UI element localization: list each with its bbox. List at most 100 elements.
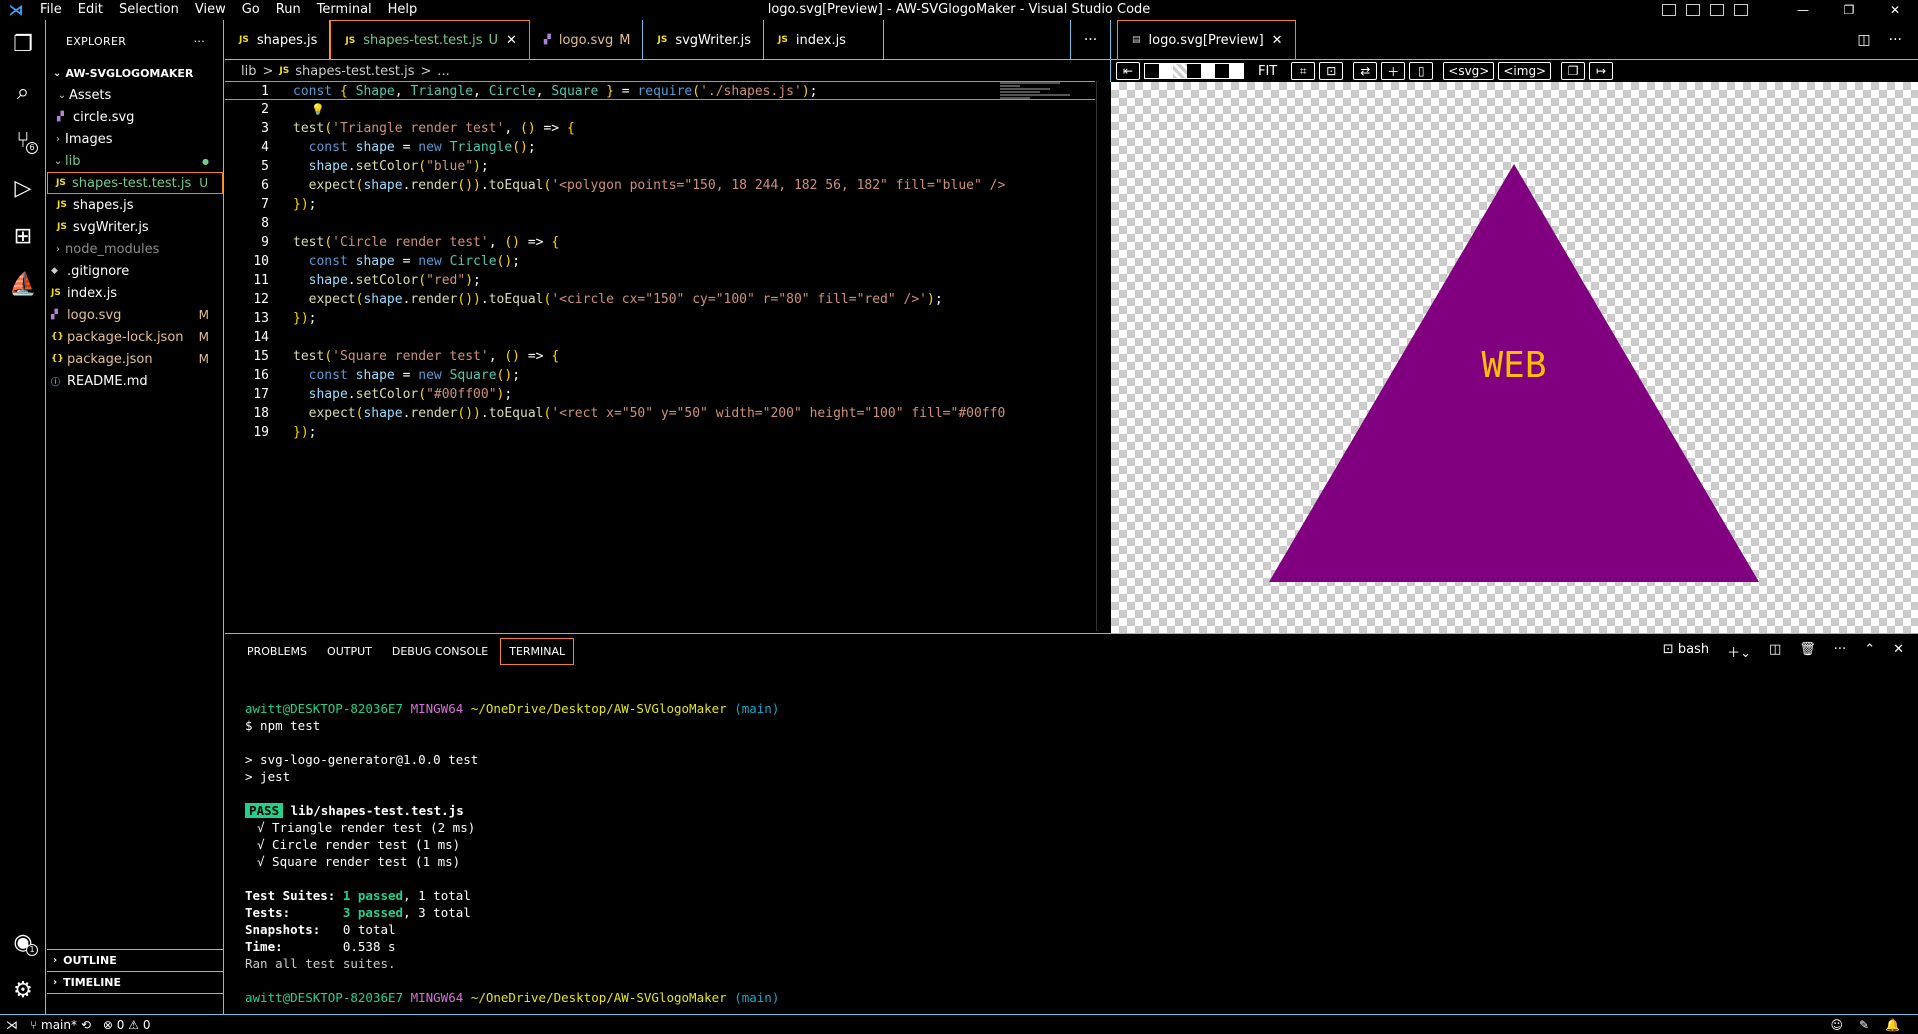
lightbulb-icon[interactable]: 💡	[311, 100, 325, 119]
tree-folder-lib[interactable]: ⌄ lib ●	[47, 150, 223, 172]
code-line[interactable]: 3 test('Triangle render test', () => {	[225, 119, 1095, 138]
zoom-actual-icon[interactable]: ⊡	[1319, 62, 1344, 80]
breadcrumb-symbol[interactable]: ...	[437, 64, 449, 79]
close-window-icon[interactable]: ✕	[1872, 0, 1918, 20]
code-line[interactable]: 14	[225, 328, 1095, 347]
source-control-icon[interactable]: ⑂ 6	[0, 116, 46, 164]
maximize-panel-icon[interactable]: ⌃	[1864, 642, 1875, 661]
breadcrumb-file[interactable]: shapes-test.test.js	[295, 64, 414, 79]
code-line[interactable]: 10 const shape = new Circle();	[225, 252, 1095, 271]
code-line[interactable]: 19});	[225, 423, 1095, 442]
tree-file-package-lock[interactable]: {} package-lock.json M	[47, 326, 223, 348]
document-icon[interactable]: ▯	[1409, 62, 1434, 80]
toggle-secondary-sidebar-icon[interactable]	[1710, 4, 1724, 16]
tree-file-gitignore[interactable]: ◆ .gitignore	[47, 260, 223, 282]
img-mode-button[interactable]: <img>	[1498, 62, 1552, 80]
svg-mode-button[interactable]: <svg>	[1443, 62, 1495, 80]
extensions-icon[interactable]: ⊞	[0, 212, 46, 260]
menu-file[interactable]: File	[32, 0, 70, 20]
code-line[interactable]: 1 const { Shape, Triangle, Circle, Square…	[225, 81, 1095, 100]
minimize-icon[interactable]: —	[1780, 0, 1826, 20]
split-editor-icon[interactable]: ◫	[1857, 32, 1870, 48]
tree-folder-assets[interactable]: ⌄ Assets	[47, 84, 223, 106]
tab-output[interactable]: OUTPUT	[319, 639, 380, 664]
explorer-more-icon[interactable]: ···	[194, 35, 205, 48]
menu-run[interactable]: Run	[268, 0, 309, 20]
tab-debug-console[interactable]: DEBUG CONSOLE	[384, 639, 496, 664]
tab-shapes-js[interactable]: JS shapes.js	[225, 20, 331, 60]
tree-file-package-json[interactable]: {} package.json M	[47, 348, 223, 370]
remote-icon[interactable]: ⋊	[0, 1018, 24, 1032]
tabs-more-icon[interactable]: ···	[1070, 20, 1110, 59]
minimap[interactable]	[1000, 81, 1095, 121]
terminal-shell-selector[interactable]: ⊡ bash	[1663, 642, 1709, 661]
tree-file-shapes-test[interactable]: JS shapes-test.test.js U	[47, 172, 223, 194]
zoom-fit-icon[interactable]: ⌗	[1291, 62, 1316, 80]
more-actions-icon[interactable]: ···	[1834, 642, 1846, 661]
split-terminal-icon[interactable]: ◫	[1769, 642, 1781, 661]
search-icon[interactable]: ⌕	[0, 68, 46, 116]
more-actions-icon[interactable]: ···	[1889, 32, 1902, 48]
menu-view[interactable]: View	[187, 0, 234, 20]
code-line[interactable]: 15 test('Square render test', () => {	[225, 347, 1095, 366]
swap-icon[interactable]: ⇄	[1353, 62, 1378, 80]
code-line[interactable]: 16 const shape = new Square();	[225, 366, 1095, 385]
toggle-panel-icon[interactable]	[1686, 4, 1700, 16]
settings-gear-icon[interactable]: ⚙	[0, 966, 46, 1014]
toggle-panel-button[interactable]: ⇤	[1116, 62, 1140, 80]
tree-file-logo-svg[interactable]: ▞ logo.svg M	[47, 304, 223, 326]
terminal-output[interactable]: awitt@DESKTOP-82036E7 MINGW64 ~/OneDrive…	[245, 700, 779, 1006]
code-line[interactable]: 18 expect(shape.render()).toEqual('<rect…	[225, 404, 1095, 423]
copy-icon[interactable]: ❐	[1561, 62, 1586, 80]
add-icon[interactable]: ＋	[1381, 62, 1406, 80]
menu-edit[interactable]: Edit	[70, 0, 111, 20]
feedback-icon[interactable]: ✎	[1859, 1018, 1869, 1032]
tree-file-circle-svg[interactable]: ▞ circle.svg	[47, 106, 223, 128]
restore-icon[interactable]: ❐	[1826, 0, 1872, 20]
customize-layout-icon[interactable]	[1734, 4, 1748, 16]
tab-terminal[interactable]: TERMINAL	[500, 637, 575, 665]
menu-help[interactable]: Help	[380, 0, 426, 20]
explorer-icon[interactable]: ❐	[0, 20, 46, 68]
code-line[interactable]: 7});	[225, 195, 1095, 214]
code-line[interactable]: 11 shape.setColor("red");	[225, 271, 1095, 290]
menu-selection[interactable]: Selection	[111, 0, 187, 20]
code-editor[interactable]: 1 const { Shape, Triangle, Circle, Square…	[225, 81, 1095, 631]
project-root[interactable]: ⌄ AW-SVGLOGOMAKER	[47, 62, 223, 84]
menu-go[interactable]: Go	[234, 0, 268, 20]
tree-file-index-js[interactable]: JS index.js	[47, 282, 223, 304]
notifications-icon[interactable]: 🔔	[1885, 1018, 1900, 1032]
tree-file-svgwriter-js[interactable]: JS svgWriter.js	[47, 216, 223, 238]
close-icon[interactable]: ✕	[1272, 33, 1283, 48]
tab-logo-preview[interactable]: ▤ logo.svg[Preview] ✕	[1117, 19, 1296, 60]
tree-folder-node-modules[interactable]: › node_modules	[47, 238, 223, 260]
code-line[interactable]: 13});	[225, 309, 1095, 328]
trash-icon[interactable]: 🗑	[1799, 642, 1816, 661]
toggle-sidebar-icon[interactable]	[1662, 4, 1676, 16]
close-icon[interactable]: ✕	[506, 33, 517, 48]
code-line[interactable]: 17 shape.setColor("#00ff00");	[225, 385, 1095, 404]
tree-folder-images[interactable]: › Images	[47, 128, 223, 150]
run-debug-icon[interactable]: ▷	[0, 164, 46, 212]
code-line[interactable]: 4 const shape = new Triangle();	[225, 138, 1095, 157]
new-terminal-icon[interactable]: ＋⌄	[1727, 642, 1751, 661]
menu-terminal[interactable]: Terminal	[309, 0, 380, 20]
fit-label[interactable]: FIT	[1248, 64, 1287, 79]
remote-explorer-icon[interactable]: ⛵	[0, 260, 46, 308]
tab-svgwriter-js[interactable]: JS svgWriter.js	[643, 20, 765, 60]
code-line[interactable]: 6 expect(shape.render()).toEqual('<polyg…	[225, 176, 1095, 195]
timeline-section[interactable]: › TIMELINE	[47, 972, 223, 994]
code-line[interactable]: 9 test('Circle render test', () => {	[225, 233, 1095, 252]
outline-section[interactable]: › OUTLINE	[47, 950, 223, 972]
accounts-icon[interactable]: ◉ 1	[0, 918, 46, 966]
code-line[interactable]: 8	[225, 214, 1095, 233]
breadcrumb-folder[interactable]: lib	[241, 64, 256, 79]
tab-index-js[interactable]: JS index.js	[764, 20, 885, 60]
code-line[interactable]: 2 💡	[225, 100, 1095, 119]
export-icon[interactable]: ↦	[1589, 62, 1614, 80]
code-line[interactable]: 12 expect(shape.render()).toEqual('<circ…	[225, 290, 1095, 309]
branch-indicator[interactable]: ⑂ main* ⟲	[24, 1018, 97, 1032]
tree-file-readme[interactable]: ⓘ README.md	[47, 370, 223, 392]
background-swatches[interactable]	[1144, 63, 1244, 79]
editor-scrollbar[interactable]	[1096, 81, 1110, 631]
